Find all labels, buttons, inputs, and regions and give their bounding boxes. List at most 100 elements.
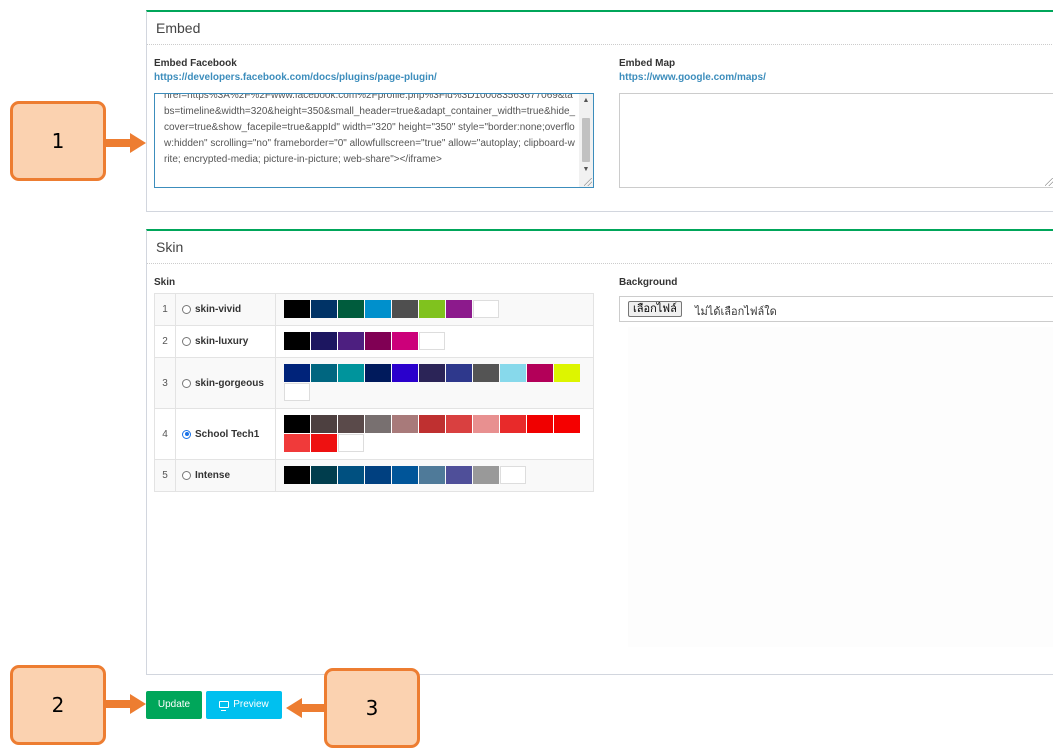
- choose-file-button[interactable]: เลือกไฟล์: [628, 301, 682, 317]
- color-swatch: [284, 300, 310, 318]
- color-swatch: [338, 332, 364, 350]
- color-swatch: [446, 300, 472, 318]
- skin-row-number: 4: [154, 408, 176, 460]
- color-swatch: [527, 364, 553, 382]
- callout-1-arrow-icon: [106, 133, 146, 153]
- color-swatch: [365, 415, 391, 433]
- color-swatch: [311, 466, 337, 484]
- color-swatch: [338, 300, 364, 318]
- color-swatch: [284, 332, 310, 350]
- skin-name: skin-gorgeous: [195, 377, 264, 389]
- scroll-down-icon[interactable]: ▼: [579, 163, 593, 177]
- color-swatch: [365, 332, 391, 350]
- skin-row-number: 2: [154, 325, 176, 358]
- skin-row: 3 skin-gorgeous: [154, 357, 594, 409]
- scroll-up-icon[interactable]: ▲: [579, 94, 593, 108]
- color-swatch: [392, 364, 418, 382]
- skin-option[interactable]: skin-vivid: [175, 293, 276, 326]
- callout-1: 1: [10, 101, 106, 181]
- color-swatch: [311, 434, 337, 452]
- color-swatch: [392, 415, 418, 433]
- embed-map-textarea[interactable]: [619, 93, 1053, 188]
- skin-name: Intense: [195, 470, 231, 481]
- callout-1-number: 1: [51, 129, 65, 153]
- skin-table: 1 skin-vivid 2 skin-luxury 3 skin-gorgeous 4 Sc…: [154, 293, 594, 492]
- color-swatch: [446, 466, 472, 484]
- color-swatch: [392, 466, 418, 484]
- skin-radio[interactable]: [182, 337, 191, 346]
- callout-2: 2: [10, 665, 106, 745]
- embed-facebook-label: Embed Facebook: [154, 58, 237, 69]
- skin-row: 5 Intense: [154, 459, 594, 492]
- color-swatch: [473, 415, 499, 433]
- skin-swatches: [284, 415, 584, 453]
- skin-name: skin-vivid: [195, 304, 242, 315]
- skin-row-number: 5: [154, 459, 176, 492]
- skin-row: 2 skin-luxury: [154, 325, 594, 358]
- skin-swatches: [284, 466, 584, 485]
- embed-map-link[interactable]: https://www.google.com/maps/: [619, 72, 766, 83]
- color-swatch: [338, 466, 364, 484]
- skin-radio[interactable]: [182, 305, 191, 314]
- skin-swatches-cell: [275, 408, 594, 460]
- embed-facebook-textarea[interactable]: href=https%3A%2F%2Fwww.facebook.com%2Fpr…: [154, 93, 594, 188]
- color-swatch: [446, 415, 472, 433]
- background-file-input[interactable]: เลือกไฟล์ ไม่ได้เลือกไฟล์ใด: [619, 296, 1053, 322]
- resize-grip-icon[interactable]: [1045, 178, 1053, 186]
- color-swatch: [365, 364, 391, 382]
- color-swatch: [311, 415, 337, 433]
- skin-swatches-cell: [275, 293, 594, 326]
- color-swatch: [311, 300, 337, 318]
- color-swatch: [419, 364, 445, 382]
- color-swatch: [338, 364, 364, 382]
- color-swatch: [473, 466, 499, 484]
- scroll-thumb[interactable]: [582, 118, 590, 162]
- no-file-chosen-text: ไม่ได้เลือกไฟล์ใด: [695, 306, 777, 318]
- skin-radio[interactable]: [182, 429, 191, 439]
- skin-swatches: [284, 364, 584, 402]
- color-swatch: [527, 415, 553, 433]
- skin-swatches-cell: [275, 459, 594, 492]
- skin-radio[interactable]: [182, 378, 191, 388]
- resize-grip-icon[interactable]: [584, 178, 592, 186]
- skin-option[interactable]: School Tech1: [175, 408, 276, 460]
- preview-button[interactable]: Preview: [206, 691, 282, 719]
- skin-swatches-cell: [275, 357, 594, 409]
- skin-radio[interactable]: [182, 471, 191, 480]
- callout-2-number: 2: [51, 693, 65, 717]
- skin-row: 4 School Tech1: [154, 408, 594, 460]
- skin-row-number: 3: [154, 357, 176, 409]
- skin-name: skin-luxury: [195, 336, 249, 347]
- embed-panel-title: Embed: [147, 12, 1053, 45]
- color-swatch: [500, 415, 526, 433]
- embed-facebook-link[interactable]: https://developers.facebook.com/docs/plu…: [154, 72, 437, 83]
- color-swatch: [554, 364, 580, 382]
- embed-facebook-code: href=https%3A%2F%2Fwww.facebook.com%2Fpr…: [164, 93, 576, 165]
- update-button-label: Update: [157, 699, 191, 710]
- callout-3: 3: [324, 668, 420, 748]
- skin-option[interactable]: skin-luxury: [175, 325, 276, 358]
- update-button[interactable]: Update: [146, 691, 202, 719]
- skin-name: School Tech1: [195, 428, 260, 440]
- color-swatch: [446, 364, 472, 382]
- color-swatch: [473, 364, 499, 382]
- skin-swatches: [284, 300, 584, 319]
- skin-option[interactable]: Intense: [175, 459, 276, 492]
- callout-3-arrow-icon: [286, 698, 326, 718]
- color-swatch: [284, 415, 310, 433]
- skin-panel-title: Skin: [147, 231, 1053, 264]
- color-swatch: [365, 300, 391, 318]
- color-swatch: [311, 332, 337, 350]
- skin-swatches: [284, 332, 584, 351]
- skin-swatches-cell: [275, 325, 594, 358]
- color-swatch: [392, 300, 418, 318]
- skin-row: 1 skin-vivid: [154, 293, 594, 326]
- preview-button-label: Preview: [233, 699, 269, 710]
- skin-option[interactable]: skin-gorgeous: [175, 357, 276, 409]
- callout-3-number: 3: [365, 696, 379, 720]
- skin-list-label: Skin: [154, 277, 176, 288]
- embed-map-label: Embed Map: [619, 58, 676, 69]
- color-swatch: [473, 300, 499, 318]
- color-swatch: [500, 466, 526, 484]
- textarea-scrollbar[interactable]: ▲ ▼: [579, 94, 593, 187]
